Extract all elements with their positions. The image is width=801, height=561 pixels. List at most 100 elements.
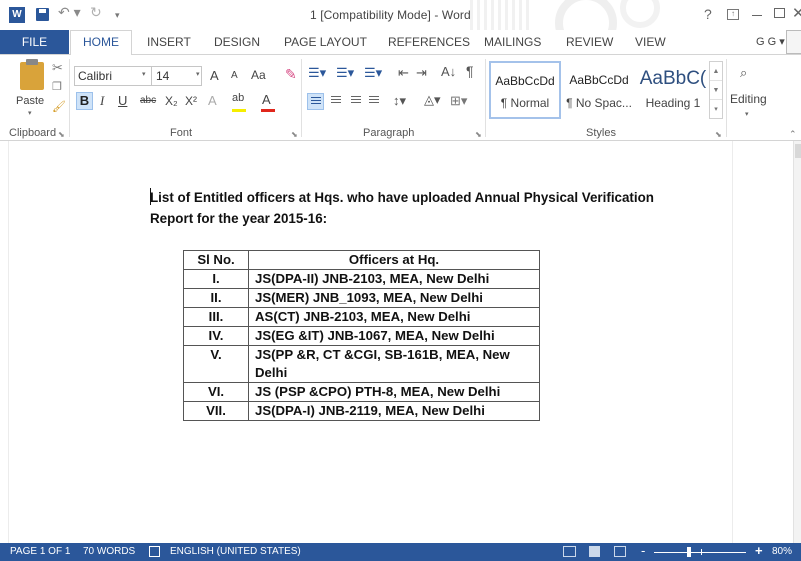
zoom-in-icon[interactable]: + — [755, 543, 763, 558]
tab-page-layout[interactable]: PAGE LAYOUT — [284, 35, 367, 49]
undo-icon[interactable]: ↶ ▾ — [58, 4, 81, 21]
save-icon[interactable] — [36, 8, 49, 21]
line-spacing-icon[interactable]: ↕▾ — [393, 93, 406, 109]
underline-button[interactable]: U — [118, 93, 127, 108]
italic-button[interactable]: I — [100, 93, 104, 109]
ribbon-display-icon[interactable]: ↑ — [727, 9, 739, 20]
print-layout-icon[interactable] — [589, 546, 600, 557]
table-cell-officer[interactable]: AS(CT) JNB-2103, MEA, New Delhi — [248, 307, 540, 327]
highlight-color-icon[interactable]: ab — [232, 92, 244, 104]
change-case-icon[interactable]: Aa — [251, 68, 266, 82]
font-color-icon[interactable]: A — [262, 92, 271, 107]
styles-gallery-scroll[interactable]: ▲ ▼ ▾ — [709, 61, 723, 119]
editing-button[interactable]: Editing — [730, 92, 767, 106]
table-header-sl-no[interactable]: Sl No. — [183, 250, 249, 270]
decrease-indent-icon[interactable]: ⇤ — [398, 65, 409, 81]
style-no-spacing[interactable]: AaBbCcDd ¶ No Spac... — [563, 61, 635, 119]
table-cell-officer[interactable]: JS(MER) JNB_1093, MEA, New Delhi — [248, 288, 540, 308]
cut-icon[interactable]: ✂ — [52, 60, 63, 76]
clear-formatting-icon[interactable]: ✎ — [285, 66, 297, 83]
vertical-scrollbar[interactable] — [793, 141, 801, 543]
close-icon[interactable]: ✕ — [792, 4, 801, 22]
page-count[interactable]: PAGE 1 OF 1 — [10, 546, 70, 557]
align-left-button[interactable] — [307, 93, 324, 110]
style-heading-1[interactable]: AaBbC( Heading 1 — [637, 61, 709, 119]
proofing-icon[interactable] — [149, 546, 160, 557]
officers-table[interactable]: Sl No. Officers at Hq. I. JS(DPA-II) JNB… — [183, 250, 540, 421]
superscript-button[interactable]: X² — [185, 94, 197, 108]
redo-icon[interactable]: ↻ — [90, 4, 102, 21]
scrollbar-thumb[interactable] — [795, 144, 801, 158]
text-effects-icon[interactable]: A — [208, 93, 217, 108]
table-cell-officer[interactable]: JS(DPA-II) JNB-2103, MEA, New Delhi — [248, 269, 540, 289]
styles-launcher-icon[interactable]: ⬊ — [715, 130, 722, 139]
tab-review[interactable]: REVIEW — [566, 35, 613, 49]
bullets-icon[interactable]: ☰▾ — [308, 65, 326, 81]
font-launcher-icon[interactable]: ⬊ — [291, 130, 298, 139]
shrink-font-icon[interactable]: A — [231, 70, 238, 81]
table-cell-officer[interactable]: JS(EG &IT) JNB-1067, MEA, New Delhi — [248, 326, 540, 346]
read-mode-icon[interactable] — [563, 546, 576, 557]
document-area[interactable]: List of Entitled officers at Hqs. who ha… — [0, 141, 801, 543]
maximize-icon[interactable] — [774, 8, 785, 18]
table-cell-sl-no[interactable]: VII. — [183, 401, 249, 421]
language-indicator[interactable]: ENGLISH (UNITED STATES) — [170, 546, 301, 557]
tab-mailings[interactable]: MAILINGS — [484, 35, 541, 49]
table-cell-sl-no[interactable]: VI. — [183, 382, 249, 402]
help-icon[interactable]: ? — [704, 6, 712, 22]
paste-icon[interactable] — [20, 59, 44, 90]
borders-icon[interactable]: ⊞▾ — [450, 93, 467, 109]
table-cell-officer[interactable]: JS (PSP &CPO) PTH-8, MEA, New Delhi — [248, 382, 540, 402]
table-cell-officer[interactable]: JS(PP &R, CT &CGI, SB-161B, MEA, New Del… — [248, 345, 540, 383]
zoom-slider-thumb[interactable] — [687, 547, 691, 557]
table-cell-sl-no[interactable]: I. — [183, 269, 249, 289]
zoom-slider[interactable] — [654, 552, 746, 553]
chevron-down-icon[interactable]: ▼ — [710, 81, 722, 100]
paragraph-launcher-icon[interactable]: ⬊ — [475, 130, 482, 139]
table-cell-sl-no[interactable]: V. — [183, 345, 249, 383]
tab-view[interactable]: VIEW — [635, 35, 666, 49]
sort-icon[interactable]: A↓ — [441, 64, 456, 79]
paste-dropdown-icon[interactable]: ▾ — [28, 109, 32, 117]
align-right-icon[interactable] — [351, 96, 361, 105]
shading-icon[interactable]: ◬▾ — [424, 92, 441, 108]
table-cell-sl-no[interactable]: III. — [183, 307, 249, 327]
tab-design[interactable]: DESIGN — [214, 35, 260, 49]
minimize-icon[interactable] — [752, 15, 762, 16]
multilevel-list-icon[interactable]: ☰▾ — [364, 65, 382, 81]
chevron-up-icon[interactable]: ▲ — [710, 62, 722, 81]
word-count[interactable]: 70 WORDS — [83, 546, 135, 557]
chevron-down-icon[interactable]: ▾ — [196, 70, 200, 78]
align-center-icon[interactable] — [331, 96, 341, 105]
style-normal[interactable]: AaBbCcDd ¶ Normal — [489, 61, 561, 119]
tab-home[interactable]: HOME — [70, 30, 132, 55]
grow-font-icon[interactable]: A — [210, 68, 219, 83]
table-cell-officer[interactable]: JS(DPA-I) JNB-2119, MEA, New Delhi — [248, 401, 540, 421]
tab-file[interactable]: FILE — [0, 30, 69, 54]
word-icon[interactable]: W — [9, 7, 25, 23]
paste-button[interactable]: Paste — [16, 95, 44, 107]
numbering-icon[interactable]: ☰▾ — [336, 65, 354, 81]
zoom-level[interactable]: 80% — [772, 546, 792, 557]
bold-button[interactable]: B — [76, 92, 93, 110]
document-heading[interactable]: List of Entitled officers at Hqs. who ha… — [150, 187, 690, 229]
customize-quick-access-icon[interactable]: ▾ — [115, 10, 120, 21]
user-account[interactable]: G G ▾ — [756, 35, 785, 48]
more-styles-icon[interactable]: ▾ — [710, 100, 722, 119]
chevron-down-icon[interactable]: ▾ — [142, 70, 146, 78]
increase-indent-icon[interactable]: ⇥ — [416, 65, 427, 81]
justify-icon[interactable] — [369, 96, 379, 105]
avatar[interactable] — [786, 30, 801, 54]
binoculars-icon[interactable]: ⌕ — [740, 65, 747, 81]
table-cell-sl-no[interactable]: IV. — [183, 326, 249, 346]
chevron-down-icon[interactable]: ▾ — [745, 110, 749, 118]
tab-references[interactable]: REFERENCES — [388, 35, 470, 49]
font-size-combobox[interactable]: 14 — [152, 66, 202, 86]
strikethrough-button[interactable]: abc — [140, 95, 156, 106]
font-name-combobox[interactable]: Calibri — [74, 66, 152, 86]
clipboard-launcher-icon[interactable]: ⬊ — [58, 130, 65, 139]
zoom-out-icon[interactable]: - — [641, 543, 645, 558]
subscript-button[interactable]: X₂ — [165, 94, 178, 108]
web-layout-icon[interactable] — [614, 546, 626, 557]
table-cell-sl-no[interactable]: II. — [183, 288, 249, 308]
